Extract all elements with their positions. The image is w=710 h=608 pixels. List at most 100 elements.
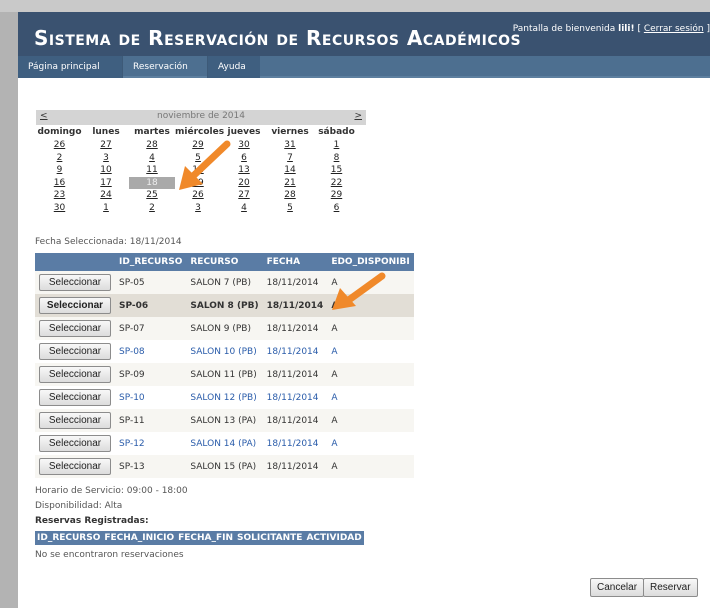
calendar-weekday: jueves	[227, 127, 261, 137]
select-button[interactable]: Seleccionar	[39, 412, 111, 429]
cell-recurso: SALON 7 (PB)	[186, 271, 263, 294]
calendar-day[interactable]: 6	[313, 202, 360, 215]
app-title: Sistema de Reservación de Recursos Acadé…	[34, 26, 522, 50]
cell-edo-disponibilidad: A	[327, 317, 414, 340]
calendar-day[interactable]: 21	[267, 177, 313, 190]
calendar-day[interactable]: 4	[221, 202, 267, 215]
reserve-button[interactable]: Reservar	[643, 578, 698, 597]
calendar-day[interactable]: 2	[36, 152, 83, 165]
cell-id-recurso: SP-05	[115, 271, 187, 294]
nav-item-home[interactable]: Página principal	[18, 56, 122, 78]
reservations-col-header: ACTIVIDAD	[306, 533, 362, 543]
cell-id-recurso: SP-13	[115, 455, 187, 478]
calendar-day[interactable]: 17	[83, 177, 129, 190]
reservas-label: Reservas Registradas:	[35, 516, 149, 526]
cell-fecha: 18/11/2014	[262, 340, 328, 363]
table-row: Seleccionar SP-08 SALON 10 (PB) 18/11/2014 A	[35, 340, 414, 363]
select-cell: Seleccionar	[35, 432, 115, 455]
select-button[interactable]: Seleccionar	[39, 297, 111, 314]
calendar-day[interactable]: 5	[267, 202, 313, 215]
calendar-day[interactable]: 30	[36, 202, 83, 215]
cell-fecha: 18/11/2014	[262, 386, 328, 409]
calendar-day[interactable]: 28	[129, 139, 175, 152]
calendar-day[interactable]: 23	[36, 189, 83, 202]
calendar-day[interactable]: 16	[36, 177, 83, 190]
cell-recurso: SALON 12 (PB)	[186, 386, 263, 409]
select-cell: Seleccionar	[35, 386, 115, 409]
calendar-day[interactable]: 31	[267, 139, 313, 152]
select-button[interactable]: Seleccionar	[39, 343, 111, 360]
calendar-day[interactable]: 25	[129, 189, 175, 202]
calendar-day[interactable]: 29	[313, 189, 360, 202]
cell-id-recurso: SP-07	[115, 317, 187, 340]
select-button[interactable]: Seleccionar	[39, 274, 111, 291]
calendar-weekday: sábado	[318, 127, 355, 137]
user-name: lili!	[618, 24, 635, 34]
nav-item-ayuda[interactable]: Ayuda	[208, 56, 260, 78]
cell-recurso: SALON 8 (PB)	[186, 294, 263, 317]
calendar-day[interactable]: 10	[83, 164, 129, 177]
select-button[interactable]: Seleccionar	[39, 435, 111, 452]
calendar-day[interactable]: 8	[313, 152, 360, 165]
nav-item-reservacion[interactable]: Reservación	[123, 56, 207, 78]
cell-fecha: 18/11/2014	[262, 409, 328, 432]
calendar-day[interactable]: 1	[83, 202, 129, 215]
cell-fecha: 18/11/2014	[262, 294, 328, 317]
resources-grid-header: ID_RECURSO RECURSO FECHA EDO_DISPONIBI	[35, 253, 414, 271]
reservations-col-header: FECHA_INICIO	[104, 533, 175, 543]
calendar-day[interactable]: 27	[83, 139, 129, 152]
calendar-day[interactable]: 22	[313, 177, 360, 190]
cell-id-recurso: SP-12	[115, 432, 187, 455]
cell-id-recurso: SP-08	[115, 340, 187, 363]
cell-fecha: 18/11/2014	[262, 363, 328, 386]
calendar-day[interactable]: 15	[313, 164, 360, 177]
calendar-day[interactable]: 24	[83, 189, 129, 202]
cell-recurso: SALON 11 (PB)	[186, 363, 263, 386]
select-button[interactable]: Seleccionar	[39, 366, 111, 383]
window-top-strip	[0, 0, 710, 12]
select-cell: Seleccionar	[35, 317, 115, 340]
select-cell: Seleccionar	[35, 294, 115, 317]
table-row: Seleccionar SP-10 SALON 12 (PB) 18/11/2014 A	[35, 386, 414, 409]
select-button[interactable]: Seleccionar	[39, 389, 111, 406]
cell-edo-disponibilidad: A	[327, 340, 414, 363]
calendar-month-title: noviembre de 2014	[157, 111, 245, 121]
cell-edo-disponibilidad: A	[327, 386, 414, 409]
calendar-day-selected[interactable]: 18	[129, 176, 175, 190]
cell-fecha: 18/11/2014	[262, 271, 328, 294]
cancel-button[interactable]: Cancelar	[590, 578, 645, 597]
calendar-day[interactable]: 14	[267, 164, 313, 177]
calendar-day[interactable]: 3	[83, 152, 129, 165]
cell-recurso: SALON 15 (PA)	[186, 455, 263, 478]
cell-id-recurso: SP-09	[115, 363, 187, 386]
cell-id-recurso: SP-11	[115, 409, 187, 432]
select-button[interactable]: Seleccionar	[39, 320, 111, 337]
select-cell: Seleccionar	[35, 409, 115, 432]
welcome-prefix: Pantalla de bienvenida	[512, 24, 616, 34]
cell-fecha: 18/11/2014	[262, 455, 328, 478]
calendar-day[interactable]: 28	[267, 189, 313, 202]
calendar-weekday: domingo	[37, 127, 82, 137]
calendar-day[interactable]: 7	[267, 152, 313, 165]
logout-link[interactable]: Cerrar sesión	[644, 24, 704, 34]
calendar-weekday: martes	[134, 127, 170, 137]
select-button[interactable]: Seleccionar	[39, 458, 111, 475]
reservations-col-header: ID_RECURSO	[37, 533, 101, 543]
calendar-day[interactable]: 26	[36, 139, 83, 152]
col-header-id-recurso: ID_RECURSO	[115, 253, 187, 271]
calendar-next-link[interactable]: >	[354, 111, 362, 121]
calendar-day[interactable]: 2	[129, 202, 175, 215]
pointer-arrow-icon	[179, 140, 231, 190]
cell-recurso: SALON 13 (PA)	[186, 409, 263, 432]
calendar-day[interactable]: 9	[36, 164, 83, 177]
cell-fecha: 18/11/2014	[262, 432, 328, 455]
welcome-text: Pantalla de bienvenida lili! [ Cerrar se…	[513, 24, 710, 34]
cell-fecha: 18/11/2014	[262, 317, 328, 340]
main-nav: Página principal Reservación Ayuda	[18, 56, 710, 78]
calendar-day[interactable]: 3	[175, 202, 221, 215]
calendar-day[interactable]: 11	[129, 164, 175, 177]
calendar-day[interactable]: 1	[313, 139, 360, 152]
calendar-day[interactable]: 4	[129, 152, 175, 165]
window-left-bar	[0, 12, 18, 608]
table-row: Seleccionar SP-11 SALON 13 (PA) 18/11/2014 A	[35, 409, 414, 432]
